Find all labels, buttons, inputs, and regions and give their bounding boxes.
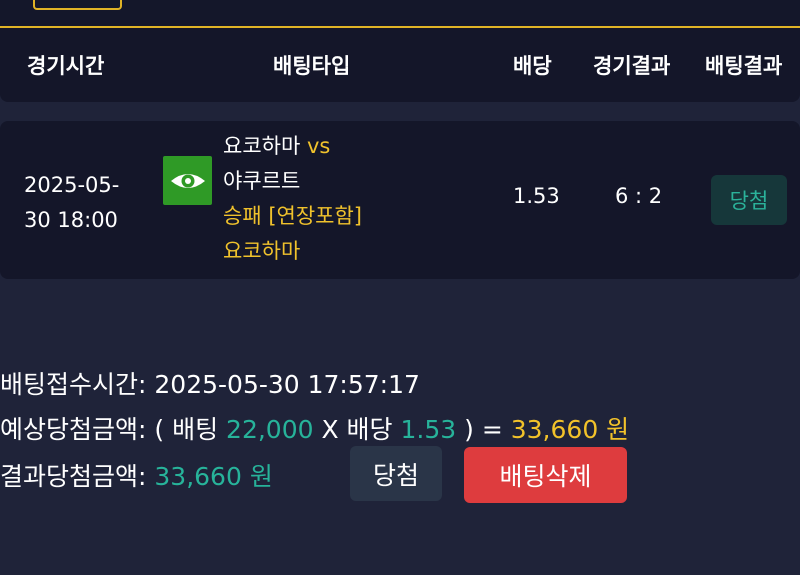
vs-label: vs — [306, 134, 331, 158]
bet-pick: 요코하마 — [223, 239, 301, 263]
times-odds: X 배당 — [321, 415, 393, 444]
expected-amount-line: 예상당첨금액: ( 배팅 22,000 X 배당 1.53 ) = 33,660… — [0, 415, 630, 444]
odds-value: 1.53 — [513, 184, 560, 208]
match-score: 6 : 2 — [615, 184, 663, 208]
received-label: 배팅접수시간 — [0, 370, 139, 399]
table-header — [0, 28, 800, 102]
result-badge: 당첨 — [711, 175, 787, 225]
match-time: 2025-05- 30 18:00 — [24, 168, 119, 238]
delete-bet-button[interactable]: 배팅삭제 — [464, 447, 627, 503]
home-team: 요코하마 — [223, 134, 301, 158]
header-match-result: 경기결과 — [593, 54, 671, 78]
match-clock: 30 18:00 — [24, 208, 118, 232]
expected-open: ( 배팅 — [154, 415, 219, 444]
match-info: 요코하마 vs 야쿠르트 승패 [연장포함] 요코하마 — [223, 129, 362, 269]
match-date: 2025-05- — [24, 173, 120, 197]
away-team: 야쿠르트 — [223, 169, 301, 193]
result-amount-line: 결과당첨금액: 33,660 원 — [0, 462, 273, 491]
expected-label: 예상당첨금액 — [0, 415, 139, 444]
win-button[interactable]: 당첨 — [350, 446, 442, 501]
header-odds: 배당 — [513, 54, 552, 78]
header-bet-result: 배팅결과 — [705, 54, 783, 78]
bet-market: 승패 [연장포함] — [223, 204, 362, 228]
expected-eq: ) = — [464, 415, 503, 444]
result-amount: 33,660 원 — [154, 462, 273, 491]
summary-odds: 1.53 — [400, 415, 457, 444]
received-value: 2025-05-30 17:57:17 — [154, 370, 420, 399]
header-bet-type: 배팅타입 — [273, 54, 351, 78]
top-button[interactable] — [33, 0, 122, 10]
received-time-line: 배팅접수시간: 2025-05-30 17:57:17 — [0, 370, 420, 399]
expected-amount: 33,660 원 — [510, 415, 630, 444]
header-time: 경기시간 — [27, 54, 105, 78]
eye-icon — [163, 156, 212, 205]
result-label: 결과당첨금액 — [0, 462, 139, 491]
stake-value: 22,000 — [226, 415, 314, 444]
bet-row — [0, 121, 800, 279]
